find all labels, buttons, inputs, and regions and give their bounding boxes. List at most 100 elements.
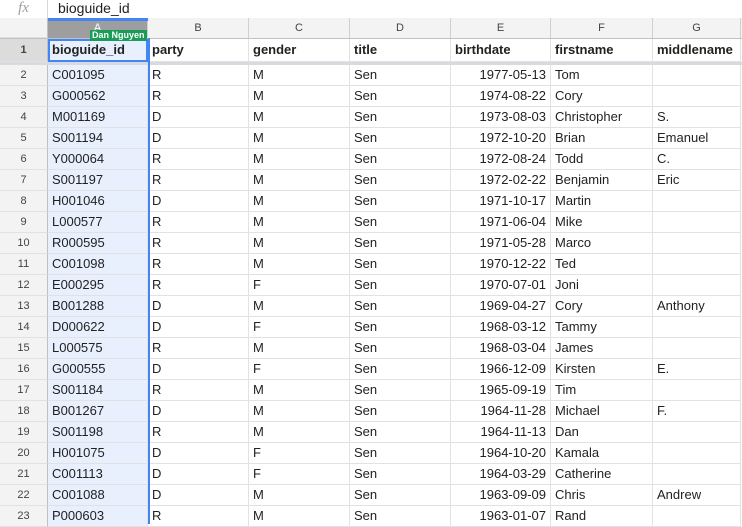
data-cell[interactable]: S001198 bbox=[48, 422, 148, 443]
data-cell[interactable]: 1971-05-28 bbox=[451, 233, 551, 254]
data-cell[interactable]: 1964-11-28 bbox=[451, 401, 551, 422]
data-cell[interactable]: D000622 bbox=[48, 317, 148, 338]
data-cell[interactable]: M bbox=[249, 149, 350, 170]
data-cell[interactable] bbox=[653, 380, 741, 401]
data-cell[interactable]: 1971-06-04 bbox=[451, 212, 551, 233]
header-cell[interactable]: bioguide_id bbox=[48, 39, 148, 62]
data-cell[interactable]: D bbox=[148, 464, 249, 485]
data-cell[interactable] bbox=[653, 65, 741, 86]
data-cell[interactable]: 1977-05-13 bbox=[451, 65, 551, 86]
data-cell[interactable]: 1964-11-13 bbox=[451, 422, 551, 443]
data-cell[interactable]: D bbox=[148, 485, 249, 506]
data-cell[interactable]: Andrew bbox=[653, 485, 741, 506]
data-cell[interactable]: Sen bbox=[350, 170, 451, 191]
data-cell[interactable]: R bbox=[148, 380, 249, 401]
row-number[interactable]: 18 bbox=[0, 401, 48, 422]
data-cell[interactable]: M bbox=[249, 170, 350, 191]
data-cell[interactable]: Sen bbox=[350, 191, 451, 212]
data-cell[interactable]: Marco bbox=[551, 233, 653, 254]
column-header-f[interactable]: F bbox=[551, 18, 653, 38]
row-number[interactable]: 10 bbox=[0, 233, 48, 254]
data-cell[interactable]: R bbox=[148, 170, 249, 191]
column-header-b[interactable]: B bbox=[148, 18, 249, 38]
row-number[interactable]: 17 bbox=[0, 380, 48, 401]
row-number[interactable]: 3 bbox=[0, 86, 48, 107]
data-cell[interactable]: F bbox=[249, 464, 350, 485]
data-cell[interactable]: Kirsten bbox=[551, 359, 653, 380]
header-cell[interactable]: firstname bbox=[551, 39, 653, 62]
data-cell[interactable]: Sen bbox=[350, 149, 451, 170]
data-cell[interactable] bbox=[653, 317, 741, 338]
row-number[interactable]: 5 bbox=[0, 128, 48, 149]
data-cell[interactable]: D bbox=[148, 296, 249, 317]
select-all-corner[interactable] bbox=[0, 18, 48, 38]
data-cell[interactable]: C001095 bbox=[48, 65, 148, 86]
data-cell[interactable] bbox=[653, 422, 741, 443]
column-header-e[interactable]: E bbox=[451, 18, 551, 38]
data-cell[interactable]: M001169 bbox=[48, 107, 148, 128]
header-cell[interactable]: gender bbox=[249, 39, 350, 62]
data-cell[interactable]: Sen bbox=[350, 128, 451, 149]
column-header-c[interactable]: C bbox=[249, 18, 350, 38]
data-cell[interactable]: G000562 bbox=[48, 86, 148, 107]
data-cell[interactable]: C001098 bbox=[48, 254, 148, 275]
data-cell[interactable]: Michael bbox=[551, 401, 653, 422]
data-cell[interactable]: D bbox=[148, 128, 249, 149]
data-cell[interactable]: M bbox=[249, 65, 350, 86]
data-cell[interactable]: S001197 bbox=[48, 170, 148, 191]
row-number[interactable]: 11 bbox=[0, 254, 48, 275]
spreadsheet-grid[interactable]: Dan Nguyen ABCDEFG 1 bioguide_id party gend… bbox=[0, 18, 742, 527]
data-cell[interactable]: 1969-04-27 bbox=[451, 296, 551, 317]
data-cell[interactable]: M bbox=[249, 422, 350, 443]
data-cell[interactable]: 1965-09-19 bbox=[451, 380, 551, 401]
data-cell[interactable] bbox=[653, 212, 741, 233]
row-number[interactable]: 1 bbox=[0, 39, 48, 62]
data-cell[interactable]: Catherine bbox=[551, 464, 653, 485]
data-cell[interactable]: Sen bbox=[350, 338, 451, 359]
data-cell[interactable] bbox=[653, 233, 741, 254]
data-cell[interactable]: Cory bbox=[551, 296, 653, 317]
data-cell[interactable]: S001184 bbox=[48, 380, 148, 401]
column-header-g[interactable]: G bbox=[653, 18, 741, 38]
data-cell[interactable]: G000555 bbox=[48, 359, 148, 380]
data-cell[interactable]: Y000064 bbox=[48, 149, 148, 170]
row-number[interactable]: 14 bbox=[0, 317, 48, 338]
data-cell[interactable]: 1964-03-29 bbox=[451, 464, 551, 485]
data-cell[interactable]: 1968-03-04 bbox=[451, 338, 551, 359]
data-cell[interactable]: Joni bbox=[551, 275, 653, 296]
data-cell[interactable]: R bbox=[148, 422, 249, 443]
header-cell[interactable]: middlename bbox=[653, 39, 741, 62]
data-cell[interactable]: R bbox=[148, 233, 249, 254]
data-cell[interactable]: Sen bbox=[350, 401, 451, 422]
data-cell[interactable]: H001075 bbox=[48, 443, 148, 464]
header-cell[interactable]: title bbox=[350, 39, 451, 62]
data-cell[interactable] bbox=[653, 254, 741, 275]
data-cell[interactable]: C001088 bbox=[48, 485, 148, 506]
data-cell[interactable] bbox=[653, 86, 741, 107]
data-cell[interactable]: Eric bbox=[653, 170, 741, 191]
data-cell[interactable]: D bbox=[148, 191, 249, 212]
data-cell[interactable] bbox=[653, 275, 741, 296]
data-cell[interactable]: D bbox=[148, 401, 249, 422]
data-cell[interactable]: Sen bbox=[350, 65, 451, 86]
column-header-d[interactable]: D bbox=[350, 18, 451, 38]
row-number[interactable]: 15 bbox=[0, 338, 48, 359]
data-cell[interactable]: E. bbox=[653, 359, 741, 380]
data-cell[interactable]: Sen bbox=[350, 380, 451, 401]
data-cell[interactable]: 1972-02-22 bbox=[451, 170, 551, 191]
data-cell[interactable]: 1974-08-22 bbox=[451, 86, 551, 107]
data-cell[interactable]: R bbox=[148, 86, 249, 107]
data-cell[interactable]: 1966-12-09 bbox=[451, 359, 551, 380]
data-cell[interactable]: S. bbox=[653, 107, 741, 128]
data-cell[interactable]: M bbox=[249, 338, 350, 359]
data-cell[interactable]: 1970-12-22 bbox=[451, 254, 551, 275]
data-cell[interactable]: Sen bbox=[350, 485, 451, 506]
data-cell[interactable] bbox=[653, 338, 741, 359]
data-cell[interactable]: Sen bbox=[350, 254, 451, 275]
data-cell[interactable]: Sen bbox=[350, 212, 451, 233]
data-cell[interactable]: M bbox=[249, 296, 350, 317]
data-cell[interactable]: S001194 bbox=[48, 128, 148, 149]
data-cell[interactable]: 1963-09-09 bbox=[451, 485, 551, 506]
data-cell[interactable]: 1971-10-17 bbox=[451, 191, 551, 212]
data-cell[interactable]: M bbox=[249, 254, 350, 275]
